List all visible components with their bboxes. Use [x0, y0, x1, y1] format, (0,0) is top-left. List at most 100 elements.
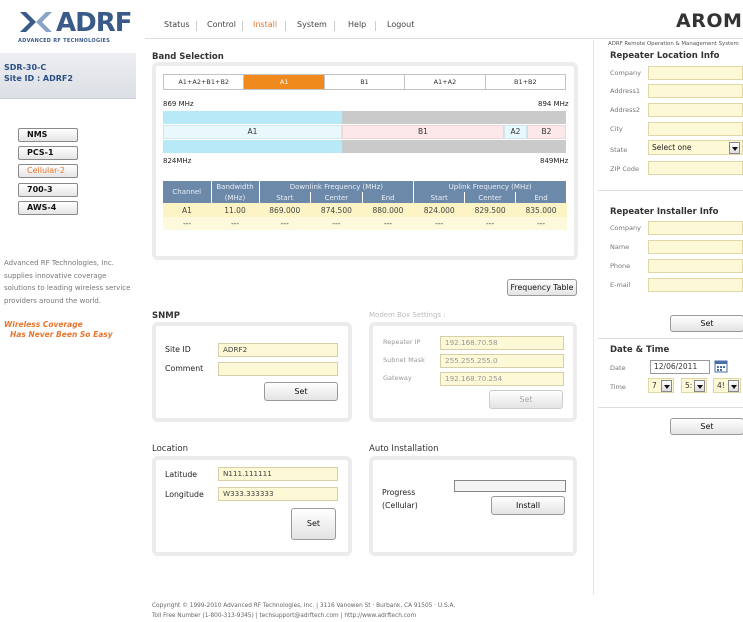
snmp-comment-input[interactable] [218, 362, 338, 376]
col-bandwidth-unit: (MHz) [211, 192, 260, 203]
ri-email-input[interactable] [648, 278, 743, 292]
chevron-down-icon [661, 380, 672, 392]
channel-table: Channel Bandwidth Downlink Frequency (MH… [163, 181, 567, 230]
snmp-comment-label: Comment [165, 364, 204, 373]
band-selection-title: Band Selection [152, 52, 224, 62]
ri-company-input[interactable] [648, 221, 743, 235]
date-input[interactable]: 12/06/2011 [650, 360, 710, 374]
col-channel: Channel [163, 181, 212, 203]
rl-company-label: Company [610, 69, 641, 77]
table-row: --- --- --- --- --- --- --- --- [163, 217, 567, 230]
calendar-icon[interactable] [714, 359, 728, 373]
logo-subtitle: ADVANCED RF TECHNOLOGIES [18, 38, 111, 44]
band-options: A1+A2+B1+B2 A1 B1 A1+A2 B1+B2 [163, 74, 566, 90]
ri-name-input[interactable] [648, 240, 743, 254]
datetime-title: Date & Time [610, 345, 670, 355]
ri-name-label: Name [610, 243, 630, 251]
band-option-all[interactable]: A1+A2+B1+B2 [164, 75, 245, 89]
hour-select[interactable]: 7 [648, 378, 674, 393]
snmp-site-id-input[interactable]: ADRF2 [218, 343, 338, 357]
minute-select[interactable]: 5: [681, 378, 707, 393]
frequency-table-button[interactable]: Frequency Table [507, 279, 577, 296]
divider [598, 190, 743, 191]
rl-state-value: Select one [652, 143, 692, 152]
freq-top-left: 869 MHz [163, 100, 194, 108]
gateway-label: Gateway [383, 374, 412, 382]
side-button-700-3[interactable]: 700-3 [18, 183, 78, 197]
col-dl-end: End [362, 192, 415, 203]
divider [598, 338, 743, 339]
freq-top-right: 894 MHz [538, 100, 569, 108]
time-label: Time [610, 383, 626, 391]
device-model: SDR-30-C [4, 63, 47, 72]
rl-city-input[interactable] [648, 122, 743, 136]
ri-phone-input[interactable] [648, 259, 743, 273]
product-subtitle: ADRF Remote Operation & Management Syste… [608, 41, 739, 47]
col-uplink: Uplink Frequency (MHz) [413, 181, 567, 192]
second-select[interactable]: 4! [713, 378, 741, 393]
side-button-cellular-2[interactable]: Cellular-2 [18, 164, 78, 178]
rl-address2-input[interactable] [648, 103, 743, 117]
logo-mark-icon [20, 12, 52, 32]
ri-phone-label: Phone [610, 262, 631, 270]
rl-zip-input[interactable] [648, 161, 743, 175]
col-ul-end: End [515, 192, 567, 203]
segment-b1: B1 [342, 125, 504, 139]
location-set-button[interactable]: Set [291, 508, 336, 540]
installer-set-button[interactable]: Set [670, 315, 743, 332]
install-button[interactable]: Install [491, 496, 565, 515]
band-bar-a1-top [163, 111, 342, 124]
chevron-down-icon [729, 142, 740, 154]
side-button-aws-4[interactable]: AWS-4 [18, 201, 78, 215]
repeater-ip-label: Repeater IP [383, 338, 421, 346]
rl-state-select[interactable]: Select one [648, 140, 743, 155]
repeater-ip-input: 192.168.70.58 [440, 336, 564, 350]
nav-help[interactable]: Help [348, 20, 366, 29]
date-label: Date [610, 364, 626, 372]
logo-text: ADRF [56, 8, 132, 38]
col-dl-center: Center [310, 192, 363, 203]
latitude-label: Latitude [165, 470, 198, 479]
modem-set-button: Set [489, 390, 563, 409]
freq-bottom-right: 849MHz [540, 157, 569, 165]
installer-title: Repeater Installer Info [610, 207, 719, 217]
band-option-b1-b2[interactable]: B1+B2 [486, 75, 565, 89]
band-bar-rest-top [342, 111, 566, 124]
snmp-set-button[interactable]: Set [264, 382, 338, 401]
segment-b2: B2 [527, 125, 566, 139]
band-bar-a1-bottom [163, 140, 342, 153]
snmp-site-id-label: Site ID [165, 345, 191, 354]
band-option-b1[interactable]: B1 [325, 75, 406, 89]
rl-address1-input[interactable] [648, 84, 743, 98]
col-bandwidth: Bandwidth [211, 181, 260, 192]
side-button-nms[interactable]: NMS [18, 128, 78, 142]
band-option-a1[interactable]: A1 [244, 75, 325, 89]
band-option-a1-a2[interactable]: A1+A2 [405, 75, 486, 89]
longitude-input[interactable]: W333.333333 [218, 487, 338, 501]
nav-system[interactable]: System [297, 20, 327, 29]
ri-email-label: E-mail [610, 281, 631, 289]
repeater-location-title: Repeater Location Info [610, 51, 720, 61]
nav-status[interactable]: Status [164, 20, 190, 29]
rl-city-label: City [610, 125, 623, 133]
rl-state-label: State [610, 146, 628, 154]
datetime-set-button[interactable]: Set [670, 418, 743, 435]
chevron-down-icon [728, 380, 739, 392]
nav-install[interactable]: Install [253, 20, 277, 29]
subnet-mask-input: 255.255.255.0 [440, 354, 564, 368]
modem-title: Modem Box Settings : [369, 311, 446, 319]
col-ul-start: Start [413, 192, 466, 203]
rl-address2-label: Address2 [610, 106, 641, 114]
latitude-input[interactable]: N111.111111 [218, 467, 338, 481]
rl-company-input[interactable] [648, 66, 743, 80]
footer-contact: Toll Free Number (1-800-313-9345) | tech… [152, 613, 417, 619]
footer-copyright: Copyright © 1999-2010 Advanced RF Techno… [152, 603, 456, 609]
rl-address1-label: Address1 [610, 87, 641, 95]
nav-logout[interactable]: Logout [387, 20, 414, 29]
gateway-input: 192.168.70.254 [440, 372, 564, 386]
band-bar-rest-bottom [342, 140, 566, 153]
band-selection-panel [152, 62, 578, 260]
side-button-pcs-1[interactable]: PCS-1 [18, 146, 78, 160]
device-info: SDR-30-C Site ID : ADRF2 [0, 53, 136, 99]
nav-control[interactable]: Control [207, 20, 236, 29]
